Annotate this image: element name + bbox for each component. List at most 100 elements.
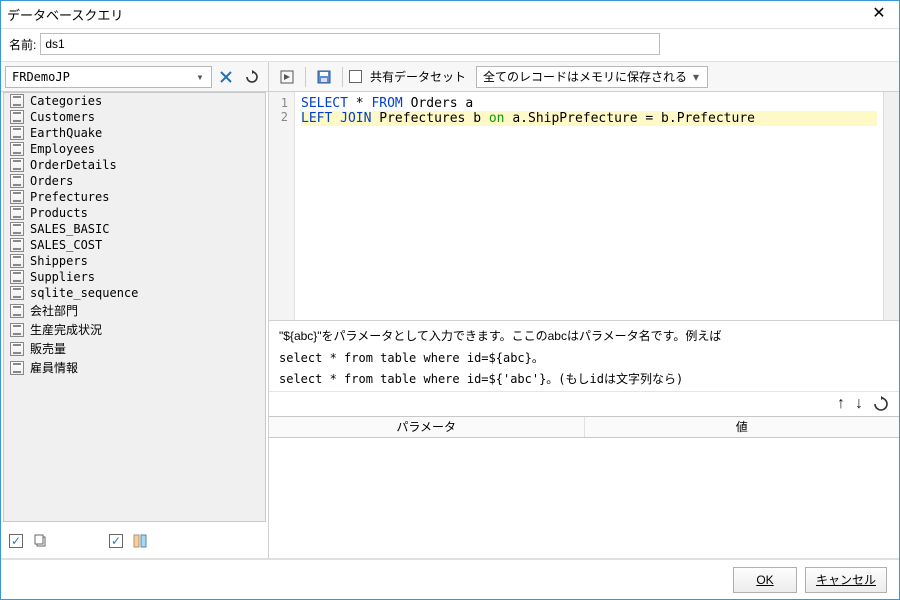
table-icon [10, 158, 24, 172]
separator [305, 67, 306, 87]
table-label: sqlite_sequence [30, 286, 138, 300]
table-icon [10, 304, 24, 318]
cancel-button[interactable]: キャンセル [805, 567, 887, 593]
preview-button[interactable] [275, 66, 299, 88]
main-area: FRDemoJP ▾ Categories Customers EarthQuake… [1, 61, 899, 559]
table-list[interactable]: Categories Customers EarthQuake Employees Or… [3, 92, 266, 522]
table-icon [10, 142, 24, 156]
titlebar: データベースクエリ ✕ [1, 1, 899, 29]
table-icon [10, 110, 24, 124]
refresh-button[interactable] [240, 66, 264, 88]
table-item[interactable]: 会社部門 [4, 301, 265, 320]
table-item[interactable]: OrderDetails [4, 157, 265, 173]
tools-button[interactable] [214, 66, 238, 88]
table-label: SALES_BASIC [30, 222, 109, 236]
param-toolbar: ↑ ↓ [269, 392, 899, 416]
table-label: 会社部門 [30, 302, 78, 319]
table-item[interactable]: Shippers [4, 253, 265, 269]
left-toolbar: FRDemoJP ▾ [1, 62, 268, 92]
table-icon [10, 361, 24, 375]
table-item[interactable]: Orders [4, 173, 265, 189]
window-title: データベースクエリ [7, 5, 865, 24]
param-table-header: パラメータ 値 [269, 416, 899, 438]
copy-icon[interactable] [33, 533, 49, 549]
column-icon[interactable] [133, 533, 149, 549]
param-table-body[interactable] [269, 438, 899, 558]
table-icon [10, 190, 24, 204]
connection-value: FRDemoJP [12, 70, 70, 84]
table-label: Suppliers [30, 270, 95, 284]
table-label: 販売量 [30, 340, 66, 357]
table-item[interactable]: Suppliers [4, 269, 265, 285]
shared-dataset-label: 共有データセット [370, 68, 466, 85]
dialog-footer: OK キャンセル [1, 559, 899, 599]
table-item[interactable]: Categories [4, 93, 265, 109]
table-label: Products [30, 206, 88, 220]
sql-toolbar: 共有データセット 全てのレコードはメモリに保存される ▾ [269, 62, 899, 92]
table-item[interactable]: 雇員情報 [4, 358, 265, 377]
table-icon [10, 254, 24, 268]
sql-code[interactable]: SELECT * FROM Orders aLEFT JOIN Prefectu… [295, 92, 883, 320]
table-label: Categories [30, 94, 102, 108]
table-label: 雇員情報 [30, 359, 78, 376]
table-item[interactable]: Products [4, 205, 265, 221]
table-icon [10, 206, 24, 220]
move-up-button[interactable]: ↑ [837, 395, 845, 413]
help-hint: "${abc}"をパラメータとして入力できます。ここのabcはパラメータ名です。… [279, 327, 889, 346]
table-item[interactable]: Employees [4, 141, 265, 157]
close-button[interactable]: ✕ [865, 4, 893, 26]
dataset-name-input[interactable] [40, 33, 660, 55]
table-icon [10, 174, 24, 188]
name-row: 名前: [1, 29, 899, 61]
chevron-down-icon: ▾ [191, 70, 209, 84]
table-icon [10, 270, 24, 284]
left-panel: FRDemoJP ▾ Categories Customers EarthQuake… [1, 62, 269, 558]
table-icon [10, 323, 24, 337]
table-label: EarthQuake [30, 126, 102, 140]
storage-mode-value: 全てのレコードはメモリに保存される [483, 68, 687, 85]
table-item[interactable]: sqlite_sequence [4, 285, 265, 301]
table-label: Shippers [30, 254, 88, 268]
parameter-help: "${abc}"をパラメータとして入力できます。ここのabcはパラメータ名です。… [269, 321, 899, 392]
sql-editor[interactable]: 12 SELECT * FROM Orders aLEFT JOIN Prefe… [269, 92, 899, 321]
shared-dataset-checkbox[interactable] [349, 70, 362, 83]
table-item[interactable]: 生産完成状況 [4, 320, 265, 339]
move-down-button[interactable]: ↓ [855, 395, 863, 413]
table-item[interactable]: Customers [4, 109, 265, 125]
option-check-2[interactable]: ✓ [109, 534, 123, 548]
table-icon [10, 286, 24, 300]
refresh-params-button[interactable] [873, 396, 889, 412]
table-item[interactable]: SALES_COST [4, 237, 265, 253]
option-check-1[interactable]: ✓ [9, 534, 23, 548]
table-label: Orders [30, 174, 73, 188]
table-icon [10, 126, 24, 140]
table-icon [10, 238, 24, 252]
table-label: Employees [30, 142, 95, 156]
chevron-down-icon: ▾ [687, 70, 705, 84]
connection-select[interactable]: FRDemoJP ▾ [5, 66, 212, 88]
table-label: OrderDetails [30, 158, 117, 172]
storage-mode-select[interactable]: 全てのレコードはメモリに保存される ▾ [476, 66, 708, 88]
table-item[interactable]: Prefectures [4, 189, 265, 205]
table-item[interactable]: EarthQuake [4, 125, 265, 141]
param-col-value: 値 [585, 417, 900, 437]
table-icon [10, 222, 24, 236]
separator [342, 67, 343, 87]
ok-button[interactable]: OK [733, 567, 797, 593]
left-footer: ✓ ✓ [1, 524, 268, 558]
vertical-scrollbar[interactable] [883, 92, 899, 320]
help-example-2: select * from table where id=${'abc'}。(も… [279, 370, 889, 389]
table-label: Prefectures [30, 190, 109, 204]
table-label: Customers [30, 110, 95, 124]
table-label: 生産完成状況 [30, 321, 102, 338]
help-example-1: select * from table where id=${abc}。 [279, 349, 889, 368]
table-label: SALES_COST [30, 238, 102, 252]
table-icon [10, 342, 24, 356]
right-panel: 共有データセット 全てのレコードはメモリに保存される ▾ 12 SELECT *… [269, 62, 899, 558]
save-button[interactable] [312, 66, 336, 88]
table-item[interactable]: 販売量 [4, 339, 265, 358]
param-col-name: パラメータ [269, 417, 585, 437]
table-item[interactable]: SALES_BASIC [4, 221, 265, 237]
table-icon [10, 94, 24, 108]
name-label: 名前: [9, 36, 36, 53]
